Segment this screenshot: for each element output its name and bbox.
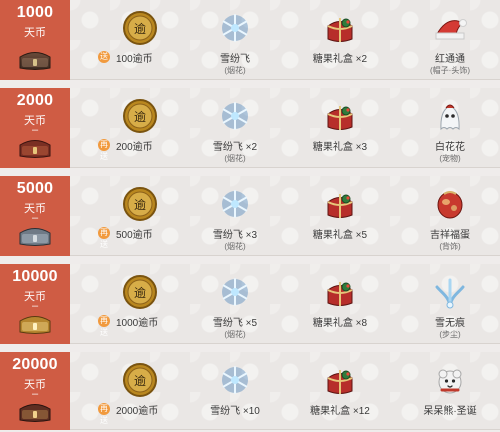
snow-reward: 雪纷飞 ×10 xyxy=(205,352,265,432)
svg-text:逾: 逾 xyxy=(134,21,146,36)
coin-reward: 逾 再送 500逾币 xyxy=(98,176,170,256)
tier-panel: 2000 天币 – xyxy=(0,88,70,168)
snowflake-firework-icon xyxy=(222,14,248,42)
snow-reward: 雪纷飞 (烟花) xyxy=(205,0,265,80)
snowflake-firework-icon xyxy=(222,366,248,394)
svg-text:逾: 逾 xyxy=(134,285,146,300)
reward-row: 2000 天币 – 逾 再送 200逾币 雪纷飞 ×2 (烟花) 糖果礼盒 ×3… xyxy=(0,88,500,168)
reward-row: 5000 天币 – 逾 再送 500逾币 雪纷飞 ×3 (烟花) 糖果礼盒 ×5… xyxy=(0,176,500,256)
svg-text:逾: 逾 xyxy=(134,373,146,388)
tier-amount: 10000 xyxy=(12,268,58,285)
santa-hat-icon xyxy=(435,19,467,40)
coin-icon: 逾 xyxy=(123,99,157,133)
tier-panel: 10000 天币 – xyxy=(0,264,70,344)
candy-box-icon xyxy=(327,194,353,218)
chest-icon xyxy=(19,52,51,70)
snow-sub: (烟花) xyxy=(224,330,246,339)
coin-reward: 逾 再送 1000逾币 xyxy=(98,264,170,344)
candy-box-reward: 糖果礼盒 ×5 xyxy=(310,176,370,256)
prize-reward: 白花花 (宠物) xyxy=(420,88,480,168)
chest-icon xyxy=(19,316,51,334)
snow-reward: 雪纷飞 ×2 (烟花) xyxy=(205,88,265,168)
tier-amount: 1000 xyxy=(16,4,54,21)
snowflake-firework-icon xyxy=(222,278,248,306)
reward-row: 10000 天币 – 逾 再送 1000逾币 雪纷飞 ×5 (烟花) 糖果礼盒 … xyxy=(0,264,500,344)
prize-sub: (背饰) xyxy=(439,242,461,251)
prize-sub: (帽子·头饰) xyxy=(430,66,470,75)
coin-reward: 逾 再送 200逾币 xyxy=(98,88,170,168)
candy-box-reward: 糖果礼盒 ×12 xyxy=(310,352,370,432)
prize-label: 红通通 xyxy=(435,54,465,65)
tier-panel: 20000 天币 – xyxy=(0,352,70,430)
candy-box-icon xyxy=(327,370,353,394)
candy-box-label: 糖果礼盒 ×8 xyxy=(312,318,368,329)
coin-icon: 逾 xyxy=(123,11,157,45)
coin-icon: 逾 xyxy=(123,187,157,221)
prize-label: 雪无痕 xyxy=(435,318,465,329)
prize-reward: 雪无痕 (步尘) xyxy=(420,264,480,344)
candy-box-reward: 糖果礼盒 ×3 xyxy=(310,88,370,168)
prize-reward: 吉祥福蛋 (背饰) xyxy=(420,176,480,256)
reward-list: 1000 天币 逾 送 100逾币 雪纷飞 (烟花) 糖果礼盒 ×2 红通通 (… xyxy=(0,0,500,430)
reward-row: 1000 天币 逾 送 100逾币 雪纷飞 (烟花) 糖果礼盒 ×2 红通通 (… xyxy=(0,0,500,80)
candy-box-reward: 糖果礼盒 ×8 xyxy=(310,264,370,344)
snow-reward: 雪纷飞 ×5 (烟花) xyxy=(205,264,265,344)
snow-sub: (烟花) xyxy=(224,66,246,75)
snowflake-firework-icon xyxy=(222,190,248,218)
candy-box-icon xyxy=(327,282,353,306)
coin-reward: 逾 再送 2000逾币 xyxy=(98,352,170,432)
snow-label: 雪纷飞 xyxy=(220,54,250,65)
candy-box-label: 糖果礼盒 ×2 xyxy=(312,54,368,65)
chest-icon xyxy=(19,404,51,422)
tier-panel: 1000 天币 xyxy=(0,0,70,80)
snow-trace-icon xyxy=(435,278,465,309)
tier-panel: 5000 天币 – xyxy=(0,176,70,256)
candy-box-icon xyxy=(327,106,353,130)
coin-reward: 逾 送 100逾币 xyxy=(98,0,170,80)
prize-label: 吉祥福蛋 xyxy=(430,230,470,241)
snow-label: 雪纷飞 ×3 xyxy=(212,230,258,241)
prize-sub: (步尘) xyxy=(439,330,461,339)
prize-reward: 呆呆熊·圣诞 xyxy=(420,352,480,432)
snow-label: 雪纷飞 ×5 xyxy=(212,318,258,329)
tier-amount: 2000 xyxy=(16,92,54,109)
prize-sub: (宠物) xyxy=(439,154,461,163)
svg-text:逾: 逾 xyxy=(134,109,146,124)
chest-icon xyxy=(19,228,51,246)
prize-reward: 红通通 (帽子·头饰) xyxy=(420,0,480,80)
tier-amount: 5000 xyxy=(16,180,54,197)
xmas-bear-icon xyxy=(438,369,462,394)
coin-icon: 逾 xyxy=(123,275,157,309)
tier-amount: 20000 xyxy=(12,356,58,373)
tier-unit: 天币 xyxy=(24,27,46,39)
reward-row: 20000 天币 – 逾 再送 2000逾币 雪纷飞 ×10 糖果礼盒 ×12 … xyxy=(0,352,500,430)
chest-icon xyxy=(19,140,51,158)
coin-icon: 逾 xyxy=(123,363,157,397)
snow-sub: (烟花) xyxy=(224,242,246,251)
snowflake-firework-icon xyxy=(222,102,248,130)
candy-box-label: 糖果礼盒 ×12 xyxy=(310,406,370,417)
candy-box-reward: 糖果礼盒 ×2 xyxy=(310,0,370,80)
svg-text:逾: 逾 xyxy=(134,197,146,212)
snow-label: 雪纷飞 ×10 xyxy=(210,406,260,417)
prize-label: 呆呆熊·圣诞 xyxy=(423,406,477,417)
snow-label: 雪纷飞 ×2 xyxy=(212,142,258,153)
candy-box-icon xyxy=(327,18,353,42)
candy-box-label: 糖果礼盒 ×5 xyxy=(312,230,368,241)
prize-label: 白花花 xyxy=(435,142,465,153)
candy-box-label: 糖果礼盒 ×3 xyxy=(312,142,368,153)
snow-reward: 雪纷飞 ×3 (烟花) xyxy=(205,176,265,256)
lucky-egg-icon xyxy=(437,191,463,219)
snow-sub: (烟花) xyxy=(224,154,246,163)
white-ghost-pet-icon xyxy=(440,104,460,131)
